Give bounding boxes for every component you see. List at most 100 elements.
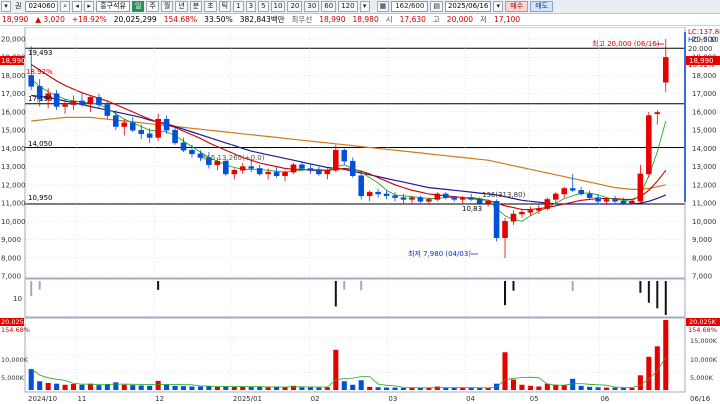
prev-icon[interactable]: ◂	[72, 1, 83, 12]
volume-bar	[646, 356, 652, 390]
price-chart[interactable]: 7,000 7,000 8,000 8,000 9,000 9,000 10,000 10,0…	[0, 27, 720, 404]
volume-bar	[553, 384, 559, 390]
volume-bar	[299, 387, 305, 390]
open-label: 시	[385, 15, 393, 24]
period-button[interactable]: 월	[160, 1, 174, 12]
high-value-indicator: 20.000	[688, 45, 713, 53]
period-button[interactable]: 주	[146, 1, 159, 12]
volume-bar	[595, 387, 601, 390]
calendar-icon[interactable]: ▤	[430, 1, 443, 12]
interval-button[interactable]: 60	[321, 1, 337, 12]
candle-body	[510, 213, 517, 222]
interval-button[interactable]: 30	[304, 1, 320, 12]
candle-body	[349, 160, 356, 176]
candle-body	[434, 193, 441, 200]
period-button[interactable]: 틱	[218, 1, 232, 12]
volume-bar	[426, 387, 432, 390]
buy-button[interactable]: 매수	[505, 1, 529, 12]
menu-icon[interactable]: ▾	[1, 1, 11, 12]
indicator-bar	[571, 281, 574, 291]
volume-bar	[164, 384, 170, 390]
interval-button[interactable]: 10	[270, 1, 286, 12]
candle-body	[265, 171, 271, 175]
candle-body	[316, 170, 322, 175]
candle-body	[654, 112, 661, 114]
ma-annotation: MA5 13,260(+0.0)	[200, 154, 265, 162]
volume-bar	[341, 381, 347, 390]
price-tick-label-left: 17,000	[1, 90, 26, 98]
price-tick-label-left: 18,000	[1, 72, 26, 80]
price-tick-label: 14,000	[692, 145, 717, 153]
volume-bar	[519, 384, 525, 390]
period-button[interactable]: 년	[175, 1, 188, 12]
candle-body	[459, 197, 466, 200]
volume-bar	[400, 387, 407, 390]
volume-bar	[316, 387, 322, 390]
date-dropdown-icon[interactable]: ▾	[493, 1, 504, 12]
indicator-bar	[334, 281, 337, 307]
open-price: 17,630	[399, 15, 426, 24]
bar-counter[interactable]: 162/600	[391, 1, 429, 12]
stock-code-input[interactable]: 024060	[25, 1, 59, 12]
interval-dropdown-icon[interactable]: ▾	[359, 1, 370, 12]
volume-bar	[358, 380, 364, 390]
search-icon[interactable]: ⌕	[60, 1, 71, 12]
low-annotation: 최저 7,980 (04/03)	[408, 249, 471, 258]
volume-bar	[604, 387, 610, 390]
candle-body	[400, 197, 407, 200]
indicator-bar	[512, 281, 515, 291]
price-tick-label-left: 11,000	[1, 200, 26, 208]
chart-settings-icon[interactable]: ▦	[376, 1, 390, 12]
hc-indicator: HC:-5.10	[688, 36, 719, 44]
indicator-bar	[504, 281, 507, 306]
price-change: ▲ 3,020	[35, 15, 65, 24]
volume-bar	[324, 387, 330, 390]
next-icon[interactable]: ▸	[84, 1, 95, 12]
volume-bar	[70, 384, 77, 390]
interval-button[interactable]: 5	[258, 1, 269, 12]
candle-body	[646, 115, 652, 175]
volume-bar	[155, 380, 161, 390]
date-tick-label: 03	[388, 395, 397, 403]
price-tick-label-left: 14,000	[1, 145, 26, 153]
volume-bar	[62, 384, 68, 390]
volume-bar	[37, 381, 43, 390]
volume-bar	[578, 385, 584, 390]
candle-body	[426, 199, 432, 202]
interval-button[interactable]: 1	[233, 1, 244, 12]
volume-bar	[147, 385, 153, 390]
price-tick-label: 17,000	[692, 90, 717, 98]
indicator-bar	[664, 281, 667, 315]
volume-bar	[214, 386, 220, 390]
interval-button[interactable]: 120	[338, 1, 358, 12]
date-tick-label: 2025/01	[233, 395, 262, 403]
candle-body	[383, 193, 390, 197]
period-button[interactable]: 분	[189, 1, 203, 12]
candle-body	[417, 197, 424, 202]
candle-body	[629, 201, 635, 204]
candle-body	[282, 171, 288, 176]
period-day-button[interactable]: 일	[131, 1, 145, 12]
volume-tag-right-text: 20,025K	[689, 318, 717, 326]
period-button[interactable]: 초	[204, 1, 217, 12]
price-tick-label: 16,000	[692, 108, 717, 116]
volume-ratio: 154.68%	[163, 15, 198, 24]
candle-body	[28, 75, 35, 87]
candle-body	[62, 104, 68, 107]
price-tick-label-left: 10,000	[1, 218, 26, 226]
volume-bar	[468, 387, 474, 390]
volume-bar	[248, 386, 254, 390]
volume-pct-right: 154.68%	[688, 326, 717, 334]
sell-button[interactable]: 매도	[530, 1, 554, 12]
date-input[interactable]: 2025/06/16	[444, 1, 492, 12]
volume-bar	[392, 387, 398, 390]
low-label: 저	[480, 15, 487, 24]
interval-button[interactable]: 3	[245, 1, 257, 12]
mode-label[interactable]: 권	[13, 1, 23, 12]
interval-button[interactable]: 20	[287, 1, 303, 12]
volume-tick-right: 10,000K	[690, 356, 718, 364]
volume-bar	[417, 387, 423, 390]
ma-annotation-2: 136(313,80)	[482, 191, 526, 199]
volume-bar	[629, 387, 635, 390]
indicator-bar	[38, 281, 41, 290]
